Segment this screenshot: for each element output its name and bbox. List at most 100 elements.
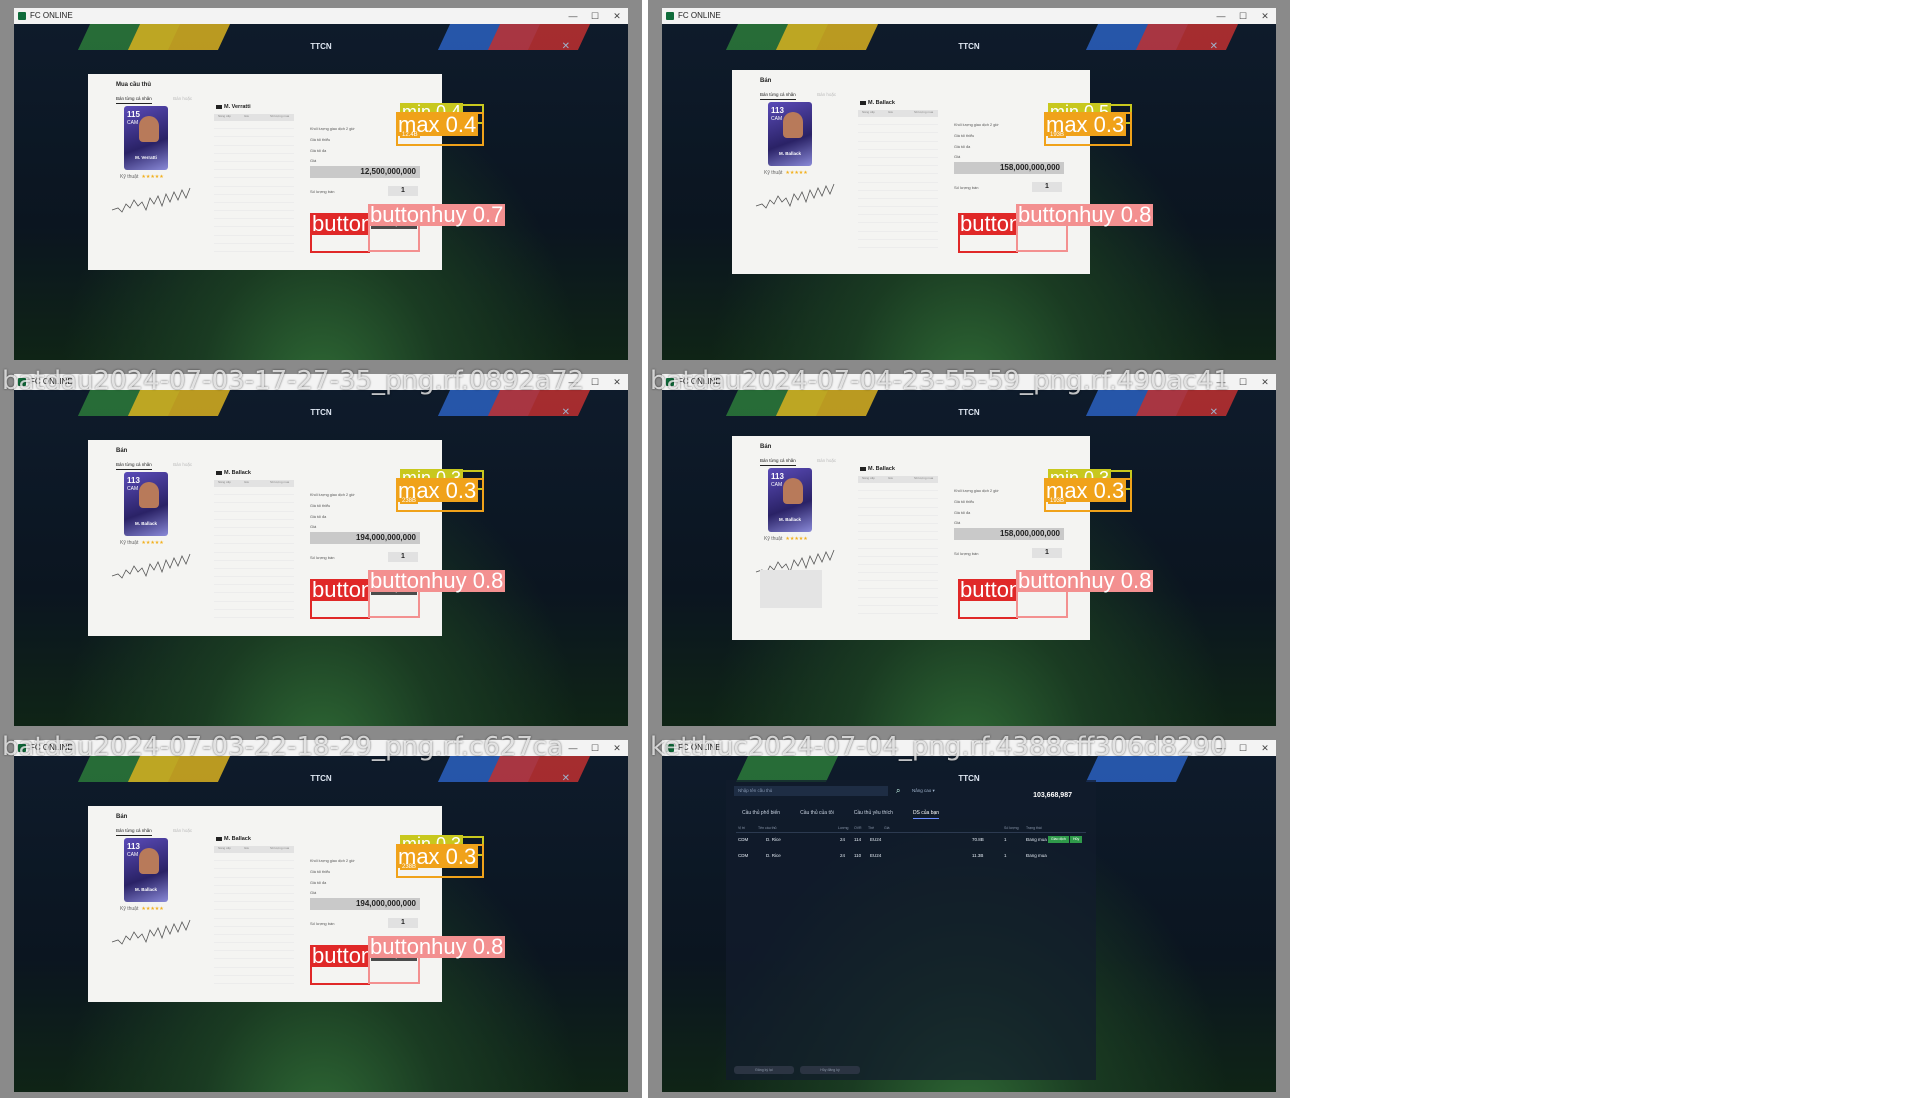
cell-name: D. Rice <box>766 853 781 858</box>
panel-title: Mua cầu thủ <box>116 82 152 88</box>
filter-dropdown[interactable]: Nâng cao ▾ <box>912 788 935 794</box>
table-row <box>214 878 294 886</box>
quantity-stepper[interactable]: 1 <box>1032 182 1062 192</box>
window-close-button[interactable]: ✕ <box>1254 8 1276 24</box>
close-icon[interactable]: ✕ <box>562 773 570 784</box>
table-row <box>214 951 294 960</box>
price-table-header: Nâng cấp Giá Số lượng mua <box>858 476 938 483</box>
info-line: Khối lượng giao dịch 2 giờ <box>310 859 355 863</box>
unregister-button[interactable]: Hủy đăng ký <box>800 1066 860 1074</box>
cell-season: EU24 <box>870 837 882 842</box>
price-input[interactable]: 158,000,000,000 <box>954 162 1064 174</box>
detection-min-value: 193B <box>1048 132 1067 138</box>
page-title: TTCN <box>958 408 980 417</box>
reregister-button[interactable]: Đăng ký lại <box>734 1066 794 1074</box>
window-close-button[interactable]: ✕ <box>606 8 628 24</box>
trade-info: Khối lượng giao dịch 2 giờ Giá tối thiểu G… <box>954 120 999 153</box>
quantity-stepper[interactable]: 1 <box>1032 548 1062 558</box>
price-history-chart <box>111 187 191 213</box>
maximize-button[interactable]: ☐ <box>1232 740 1254 756</box>
quantity-stepper[interactable]: 1 <box>388 186 418 196</box>
tab-sell-other[interactable]: Bán hoặc <box>173 828 192 833</box>
cell-pos: CDM <box>738 837 749 842</box>
table-row <box>858 508 938 516</box>
table-row <box>858 549 938 557</box>
close-icon[interactable]: ✕ <box>562 41 570 52</box>
card-player-name: M. Ballack <box>778 151 801 156</box>
maximize-button[interactable]: ☐ <box>584 374 606 390</box>
cancel-order-button[interactable]: Hủy <box>1070 836 1083 843</box>
sell-tabs: Bán từng cá nhân Bán hoặc <box>116 462 192 470</box>
detection-buttonhuy-box: buttonhuy 0.7 <box>368 204 506 252</box>
game-window: FC ONLINE — ☐ ✕ TTCN ✕ Bán Bán từng cá n… <box>662 374 1276 726</box>
market-row[interactable]: CDM D. Rice 24 110 EU24 11.3B 1 Đang mua <box>736 850 1086 862</box>
price-input[interactable]: 194,000,000,000 <box>310 898 420 910</box>
table-row <box>858 499 938 508</box>
page-title: TTCN <box>958 42 980 51</box>
game-window: FC ONLINE — ☐ ✕ TTCN ✕ Bán Bán từng cá n… <box>14 740 628 1092</box>
window-close-button[interactable]: ✕ <box>606 740 628 756</box>
table-row <box>214 129 294 138</box>
market-tab[interactable]: Cầu thủ của tôi <box>800 810 834 816</box>
table-row <box>214 894 294 903</box>
tab-sell-other[interactable]: Bán hoặc <box>173 462 192 467</box>
tab-sell-other[interactable]: Bán hoặc <box>173 96 192 101</box>
page-title: TTCN <box>310 408 332 417</box>
minimize-button[interactable]: — <box>562 740 584 756</box>
tab-sell-other[interactable]: Bán hoặc <box>817 92 836 97</box>
maximize-button[interactable]: ☐ <box>1232 8 1254 24</box>
window-close-button[interactable]: ✕ <box>606 374 628 390</box>
quantity-stepper[interactable]: 1 <box>388 552 418 562</box>
close-icon[interactable]: ✕ <box>562 407 570 418</box>
table-row <box>214 943 294 952</box>
maximize-button[interactable]: ☐ <box>584 8 606 24</box>
price-input[interactable]: 158,000,000,000 <box>954 528 1064 540</box>
table-row <box>214 853 294 862</box>
maximize-button[interactable]: ☐ <box>1232 374 1254 390</box>
table-row <box>214 203 294 212</box>
maximize-button[interactable]: ☐ <box>584 740 606 756</box>
search-input[interactable]: Nhập tên cầu thủ <box>734 786 888 796</box>
table-row <box>858 199 938 208</box>
tab-sell-personal[interactable]: Bán từng cá nhân <box>116 462 152 470</box>
quantity-stepper[interactable]: 1 <box>388 918 418 928</box>
window-close-button[interactable]: ✕ <box>1254 740 1276 756</box>
price-table: Nâng cấp Giá Số lượng mua <box>214 114 294 252</box>
skill-rating: Kỹ thuật ★★★★★ <box>120 540 164 546</box>
table-row <box>214 902 294 911</box>
game-window: FC ONLINE — ☐ ✕ TTCN ✕ Bán Bán từng cá n… <box>662 8 1276 360</box>
cell-price: 11.3B <box>972 853 984 858</box>
table-row <box>858 142 938 150</box>
market-row[interactable]: CDM D. Rice 24 114 EU24 70.8B 1 Đang mua Giao dị… <box>736 834 1086 846</box>
detection-max-box: max 0.4 <box>396 112 484 146</box>
tab-sell-personal[interactable]: Bán từng cá nhân <box>760 458 796 466</box>
detection-button-box: button 0.8 <box>958 579 1018 619</box>
app-icon <box>18 12 26 20</box>
placeholder-box <box>760 570 822 608</box>
info-line: Giá tối thiểu <box>310 870 331 874</box>
player-card: 113 CAM M. Ballack <box>768 468 812 532</box>
trade-info: Khối lượng giao dịch 2 giờ Giá tối thiểu G… <box>310 856 355 889</box>
trade-button[interactable]: Giao dịch <box>1048 836 1069 843</box>
window-close-button[interactable]: ✕ <box>1254 374 1276 390</box>
market-tab[interactable]: DS của bạn <box>912 810 940 819</box>
search-icon[interactable]: ⌕ <box>896 786 900 796</box>
detection-min-value: 238B <box>400 864 419 870</box>
tab-sell-personal[interactable]: Bán từng cá nhân <box>760 92 796 100</box>
result-tile: FC ONLINE — ☐ ✕ TTCN ✕ Bán Bán từng cá n… <box>648 366 1290 732</box>
close-icon[interactable]: ✕ <box>1210 407 1218 418</box>
minimize-button[interactable]: — <box>562 8 584 24</box>
price-input[interactable]: 194,000,000,000 <box>310 532 420 544</box>
tab-sell-personal[interactable]: Bán từng cá nhân <box>116 828 152 836</box>
detection-max-box: max 0.3 <box>396 478 484 512</box>
tab-sell-other[interactable]: Bán hoặc <box>817 458 836 463</box>
minimize-button[interactable]: — <box>1210 8 1232 24</box>
detection-min-value: 12.4B <box>400 132 420 138</box>
info-line: Giá tối thiểu <box>310 504 331 508</box>
detection-button-label: button 0.8 <box>958 579 1018 601</box>
market-tab[interactable]: Cầu thủ phổ biến <box>742 810 780 816</box>
market-tab[interactable]: Cầu thủ yêu thích <box>854 810 893 816</box>
price-input[interactable]: 12,500,000,000 <box>310 166 420 178</box>
tab-sell-personal[interactable]: Bán từng cá nhân <box>116 96 152 104</box>
close-icon[interactable]: ✕ <box>1210 41 1218 52</box>
